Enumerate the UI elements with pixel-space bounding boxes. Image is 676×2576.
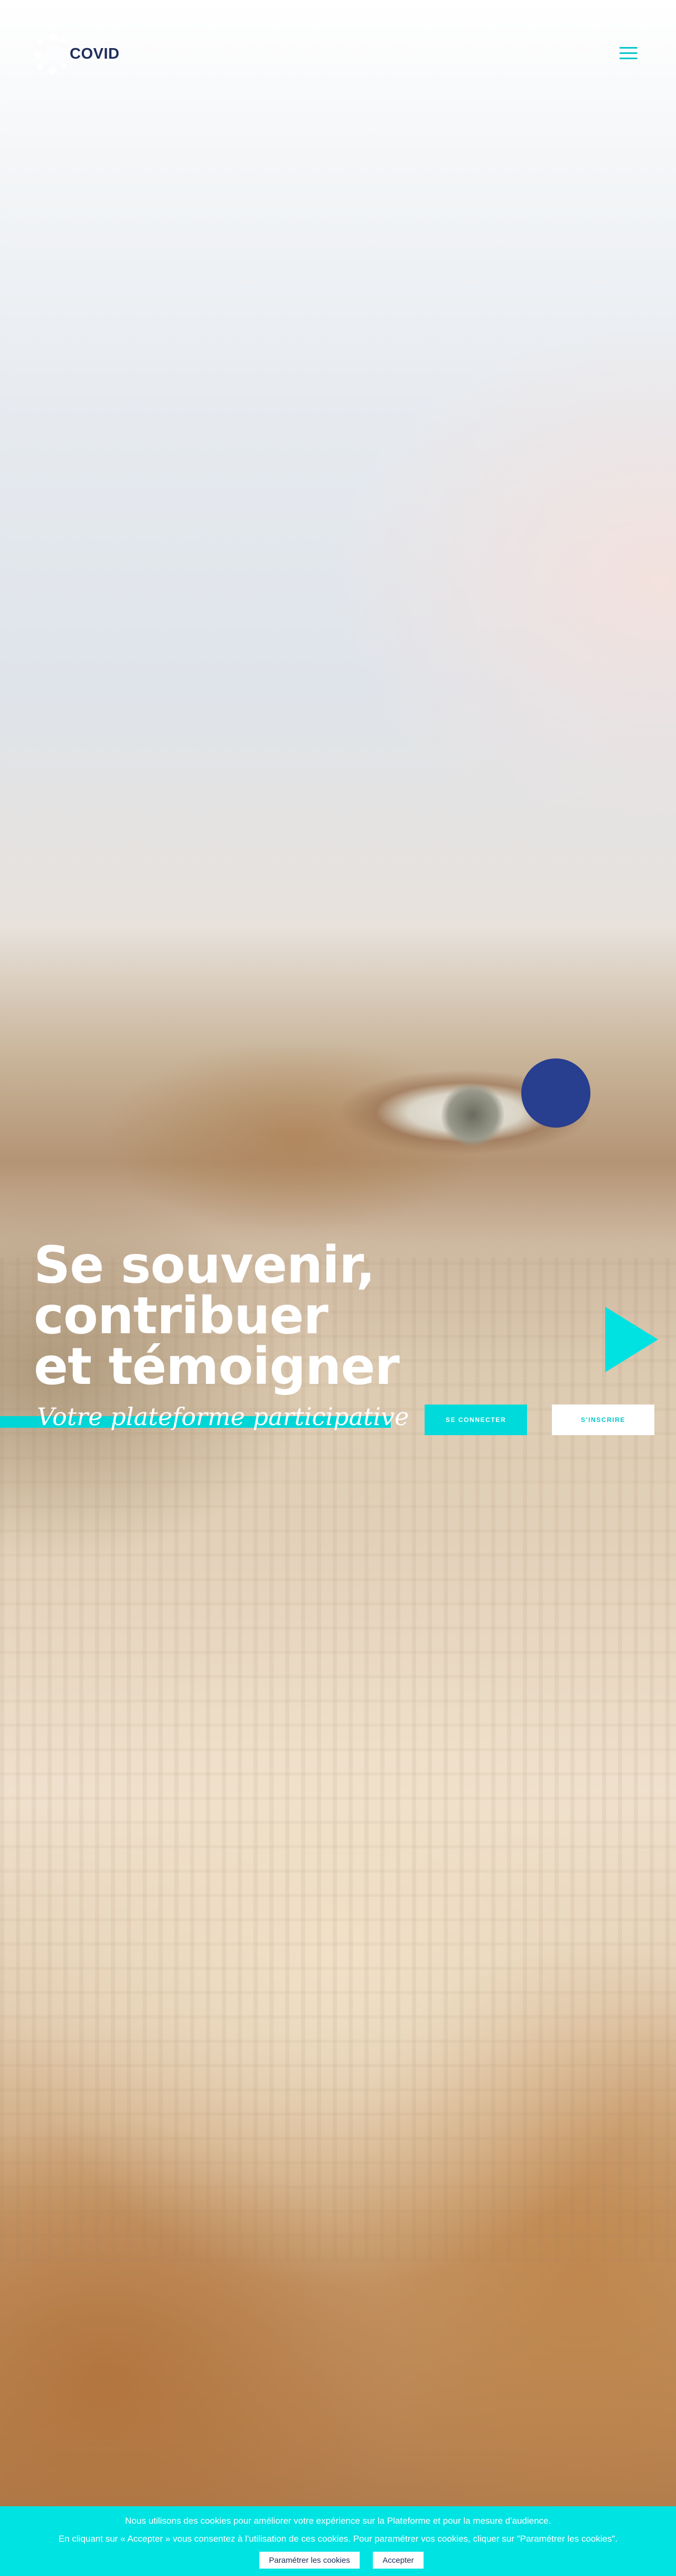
- cookie-settings-button[interactable]: Paramétrer les cookies: [259, 2552, 360, 2569]
- cookie-accept-button[interactable]: Accepter: [373, 2552, 424, 2569]
- cookie-banner: Nous utilisons des cookies pour améliore…: [0, 2506, 676, 2576]
- logo-text: COVID: [70, 45, 120, 62]
- hero-title: Se souvenir, contribuer et témoigner: [34, 1240, 435, 1392]
- signup-button[interactable]: S'inscrire: [552, 1405, 654, 1435]
- cookie-banner-text: En cliquant sur « Accepter » vous consen…: [58, 2534, 618, 2544]
- cookie-banner-text: Nous utilisons des cookies pour améliore…: [125, 2516, 551, 2526]
- hero-title-line: contribuer: [34, 1286, 328, 1345]
- hamburger-menu-icon[interactable]: [619, 47, 637, 61]
- hero-title-line: Se souvenir,: [34, 1235, 375, 1295]
- circle-shape: [521, 1058, 590, 1128]
- hero-subtitle: Votre plateforme participative: [37, 1402, 409, 1431]
- site-logo[interactable]: COVID: [34, 34, 150, 76]
- iris: [441, 1083, 504, 1147]
- login-button[interactable]: Se connecter: [425, 1405, 527, 1435]
- hero-title-line: et témoigner: [34, 1337, 400, 1396]
- play-triangle-icon: [605, 1307, 658, 1372]
